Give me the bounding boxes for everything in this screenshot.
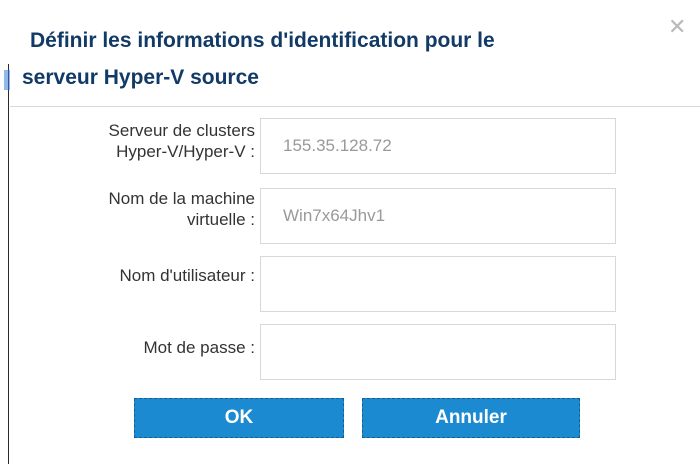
field-label-password: Mot de passe : xyxy=(10,337,255,358)
field-label-vm-name: Nom de la machine virtuelle : xyxy=(10,188,255,230)
ok-button[interactable]: OK xyxy=(134,398,344,438)
header-divider xyxy=(10,106,700,107)
field-label-username: Nom d'utilisateur : xyxy=(10,265,255,286)
dialog-title-line-1: Définir les informations d'identificatio… xyxy=(30,29,495,52)
background-window-edge xyxy=(8,64,9,464)
field-label-line: Hyper-V/Hyper-V : xyxy=(116,142,255,161)
password-input[interactable] xyxy=(260,324,616,380)
close-icon[interactable]: ✕ xyxy=(668,16,686,38)
field-label-line: virtuelle : xyxy=(186,210,255,229)
cluster-server-input[interactable] xyxy=(260,118,616,174)
field-label-line: Nom d'utilisateur : xyxy=(119,266,255,285)
field-label-line: Nom de la machine xyxy=(108,189,255,208)
dialog-buttons: OK Annuler xyxy=(134,398,594,438)
field-label-line: Serveur de clusters xyxy=(108,121,255,140)
field-label-cluster-server: Serveur de clusters Hyper-V/Hyper-V : xyxy=(10,120,255,162)
credentials-dialog: Définir les informations d'identificatio… xyxy=(10,0,700,464)
dialog-title-line-2: serveur Hyper-V source xyxy=(22,66,259,89)
username-input[interactable] xyxy=(260,256,616,312)
field-label-line: Mot de passe : xyxy=(143,338,255,357)
dialog-title: Définir les informations d'identificatio… xyxy=(22,22,650,96)
vm-name-input[interactable] xyxy=(260,188,616,244)
cancel-button[interactable]: Annuler xyxy=(362,398,580,438)
